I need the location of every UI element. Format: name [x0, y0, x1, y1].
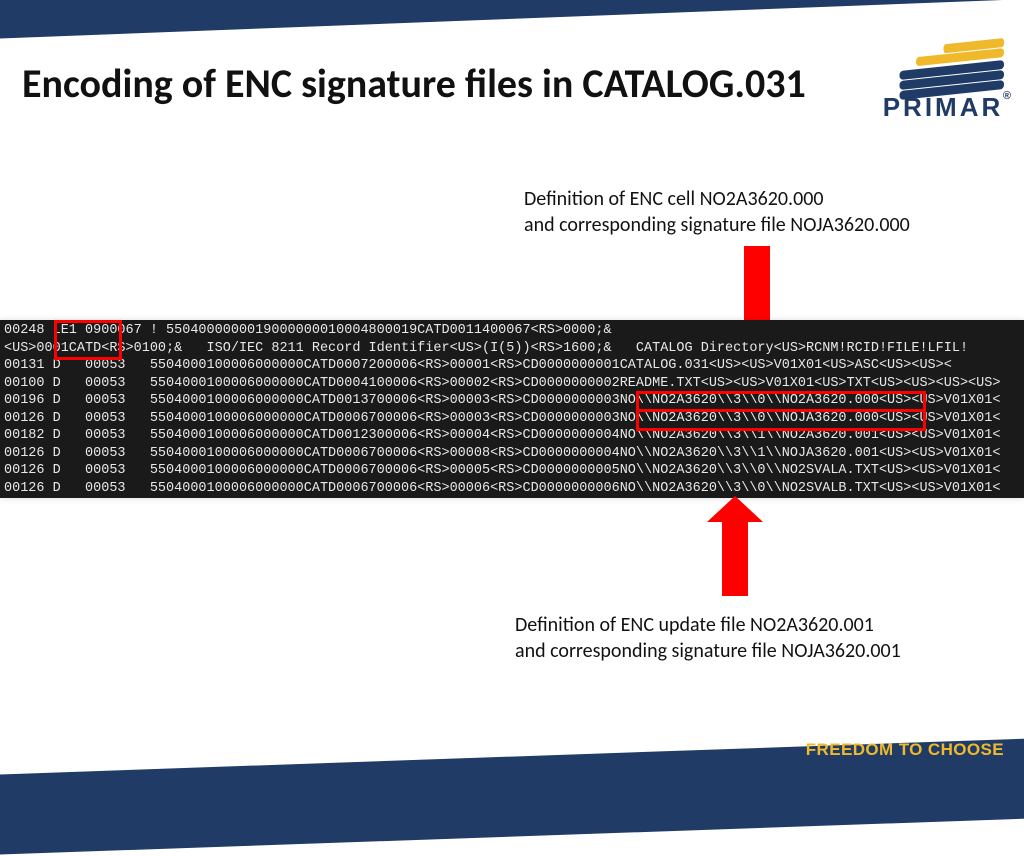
hex-line-9: 00126 D 00053 5504000100006000000CATD000… — [4, 481, 1000, 496]
caption-bottom-line2: and corresponding signature file NOJA362… — [515, 638, 901, 664]
logo-name: PRIMAR — [883, 92, 1004, 122]
caption-bottom-line1: Definition of ENC update file NO2A3620.0… — [515, 612, 901, 638]
caption-top-line1: Definition of ENC cell NO2A3620.000 — [524, 186, 910, 212]
hex-line-5: 00126 D 00053 5504000100006000000CATD000… — [4, 411, 1000, 426]
logo-text: PRIMAR ® — [882, 92, 1004, 123]
hex-line-2: 00131 D 00053 5504000100006000000CATD000… — [4, 358, 952, 373]
page-title: Encoding of ENC signature files in CATAL… — [22, 62, 806, 107]
hex-line-3: 00100 D 00053 5504000100006000000CATD000… — [4, 376, 1000, 391]
hex-line-6: 00182 D 00053 5504000100006000000CATD001… — [4, 428, 1000, 443]
hex-line-4: 00196 D 00053 5504000100006000000CATD001… — [4, 393, 1000, 408]
arrow-up-icon — [722, 522, 748, 596]
hex-line-0: 00248 LE1 0900067 ! 55040000000190000000… — [4, 323, 612, 338]
brand-logo: PRIMAR ® — [882, 38, 1004, 123]
hexdump-block: 00248 LE1 0900067 ! 55040000000190000000… — [0, 320, 1024, 498]
hex-line-8: 00126 D 00053 5504000100006000000CATD000… — [4, 463, 1000, 478]
footer-tagline: FREEDOM TO CHOOSE — [806, 740, 1004, 760]
caption-top-line2: and corresponding signature file NOJA362… — [524, 212, 910, 238]
caption-top: Definition of ENC cell NO2A3620.000 and … — [524, 186, 910, 238]
logo-waves-icon — [894, 38, 1004, 86]
registered-icon: ® — [1003, 90, 1014, 102]
hex-line-7: 00126 D 00053 5504000100006000000CATD000… — [4, 446, 1000, 461]
caption-bottom: Definition of ENC update file NO2A3620.0… — [515, 612, 901, 664]
hex-line-1: <US>0001CATD<RS>0100;& ISO/IEC 8211 Reco… — [4, 341, 968, 356]
arrow-down-icon — [744, 246, 770, 320]
header-stripe — [0, 0, 1024, 40]
